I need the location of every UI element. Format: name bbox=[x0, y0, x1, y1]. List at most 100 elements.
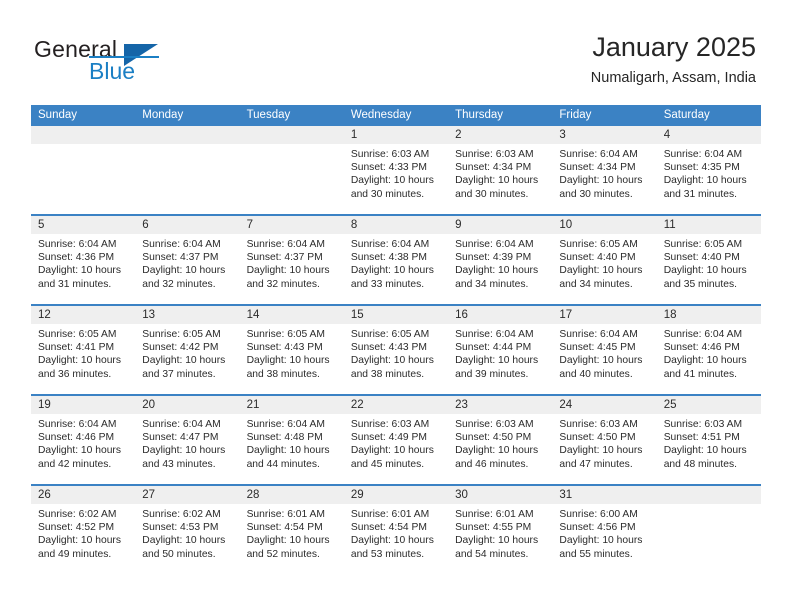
sunset-text: Sunset: 4:41 PM bbox=[38, 342, 115, 354]
day-details: Sunrise: 6:03 AM Sunset: 4:33 PM Dayligh… bbox=[344, 144, 448, 201]
day-number: 23 bbox=[455, 399, 468, 411]
day-number-band bbox=[31, 126, 136, 144]
sunrise-text: Sunrise: 6:05 AM bbox=[350, 329, 430, 340]
day-details: Sunrise: 6:04 AM Sunset: 4:37 PM Dayligh… bbox=[135, 234, 239, 291]
day-cell[interactable]: 4 Sunrise: 6:04 AM Sunset: 4:35 PM Dayli… bbox=[656, 126, 761, 214]
day-cell[interactable]: 5 Sunrise: 6:04 AM Sunset: 4:36 PM Dayli… bbox=[31, 216, 136, 304]
weekday-header-sunday: Sunday bbox=[38, 109, 78, 121]
daylight-text-line1: Daylight: 10 hours bbox=[246, 445, 330, 457]
day-details: Sunrise: 6:04 AM Sunset: 4:35 PM Dayligh… bbox=[657, 144, 761, 201]
day-details: Sunrise: 6:05 AM Sunset: 4:40 PM Dayligh… bbox=[657, 234, 761, 291]
day-number: 30 bbox=[455, 489, 468, 501]
general-blue-logo[interactable]: General Blue bbox=[34, 36, 244, 88]
day-cell[interactable]: 19 Sunrise: 6:04 AM Sunset: 4:46 PM Dayl… bbox=[31, 396, 136, 484]
sunrise-text: Sunrise: 6:03 AM bbox=[455, 149, 534, 160]
day-cell[interactable]: 26 Sunrise: 6:02 AM Sunset: 4:52 PM Dayl… bbox=[31, 486, 136, 574]
day-cell[interactable] bbox=[135, 126, 240, 214]
day-number-band: 24 bbox=[552, 396, 657, 414]
day-number-band: 26 bbox=[31, 486, 136, 504]
daylight-text-line2: and 48 minutes. bbox=[663, 458, 737, 470]
calendar-week-row: 26 Sunrise: 6:02 AM Sunset: 4:52 PM Dayl… bbox=[31, 484, 761, 574]
day-cell[interactable]: 14 Sunrise: 6:05 AM Sunset: 4:43 PM Dayl… bbox=[239, 306, 344, 394]
day-cell[interactable]: 25 Sunrise: 6:03 AM Sunset: 4:51 PM Dayl… bbox=[656, 396, 761, 484]
daylight-text-line2: and 36 minutes. bbox=[38, 368, 112, 380]
day-cell[interactable]: 11 Sunrise: 6:05 AM Sunset: 4:40 PM Dayl… bbox=[656, 216, 761, 304]
daylight-text-line1: Daylight: 10 hours bbox=[663, 265, 747, 277]
day-number-band: 19 bbox=[31, 396, 136, 414]
day-number: 17 bbox=[559, 309, 573, 321]
daylight-text-line1: Daylight: 10 hours bbox=[663, 355, 747, 367]
day-cell[interactable]: 17 Sunrise: 6:04 AM Sunset: 4:45 PM Dayl… bbox=[552, 306, 657, 394]
day-cell[interactable]: 23 Sunrise: 6:03 AM Sunset: 4:50 PM Dayl… bbox=[448, 396, 553, 484]
daylight-text-line1: Daylight: 10 hours bbox=[350, 535, 434, 547]
sunset-text: Sunset: 4:55 PM bbox=[455, 522, 532, 534]
daylight-text-line1: Daylight: 10 hours bbox=[142, 445, 226, 457]
sunset-text: Sunset: 4:36 PM bbox=[38, 252, 115, 264]
day-cell[interactable]: 3 Sunrise: 6:04 AM Sunset: 4:34 PM Dayli… bbox=[552, 126, 657, 214]
day-cell[interactable]: 20 Sunrise: 6:04 AM Sunset: 4:47 PM Dayl… bbox=[135, 396, 240, 484]
day-number-band: 1 bbox=[343, 126, 449, 144]
daylight-text-line1: Daylight: 10 hours bbox=[559, 445, 643, 457]
daylight-text-line2: and 52 minutes. bbox=[246, 548, 320, 560]
day-cell[interactable]: 10 Sunrise: 6:05 AM Sunset: 4:40 PM Dayl… bbox=[552, 216, 657, 304]
day-number-band: 23 bbox=[448, 396, 553, 414]
day-number: 6 bbox=[142, 219, 149, 231]
day-cell[interactable] bbox=[656, 486, 761, 574]
day-number-band: 29 bbox=[343, 486, 449, 504]
day-number-band: 21 bbox=[239, 396, 344, 414]
day-cell[interactable]: 8 Sunrise: 6:04 AM Sunset: 4:38 PM Dayli… bbox=[343, 216, 449, 304]
daylight-text-line1: Daylight: 10 hours bbox=[38, 355, 121, 367]
day-cell[interactable] bbox=[31, 126, 136, 214]
calendar-page: General Blue January 2025 Numaligarh, As… bbox=[0, 0, 792, 612]
day-cell[interactable]: 18 Sunrise: 6:04 AM Sunset: 4:46 PM Dayl… bbox=[656, 306, 761, 394]
day-number-band: 30 bbox=[448, 486, 553, 504]
sunrise-text: Sunrise: 6:02 AM bbox=[38, 509, 117, 520]
day-cell[interactable]: 31 Sunrise: 6:00 AM Sunset: 4:56 PM Dayl… bbox=[552, 486, 657, 574]
daylight-text-line1: Daylight: 10 hours bbox=[246, 535, 330, 547]
day-cell[interactable]: 30 Sunrise: 6:01 AM Sunset: 4:55 PM Dayl… bbox=[448, 486, 553, 574]
day-number-band: 25 bbox=[656, 396, 761, 414]
daylight-text-line1: Daylight: 10 hours bbox=[38, 445, 121, 457]
day-cell[interactable] bbox=[239, 126, 344, 214]
daylight-text-line2: and 50 minutes. bbox=[142, 548, 216, 560]
day-number-band: 4 bbox=[656, 126, 761, 144]
day-number-band: 8 bbox=[343, 216, 449, 234]
day-cell[interactable]: 27 Sunrise: 6:02 AM Sunset: 4:53 PM Dayl… bbox=[135, 486, 240, 574]
day-cell[interactable]: 1 Sunrise: 6:03 AM Sunset: 4:33 PM Dayli… bbox=[343, 126, 449, 214]
day-details bbox=[657, 504, 761, 508]
day-number: 21 bbox=[246, 399, 260, 411]
day-details: Sunrise: 6:05 AM Sunset: 4:42 PM Dayligh… bbox=[135, 324, 239, 381]
daylight-text-line1: Daylight: 10 hours bbox=[455, 535, 539, 547]
day-cell[interactable]: 9 Sunrise: 6:04 AM Sunset: 4:39 PM Dayli… bbox=[448, 216, 553, 304]
day-cell[interactable]: 22 Sunrise: 6:03 AM Sunset: 4:49 PM Dayl… bbox=[343, 396, 449, 484]
day-number: 10 bbox=[559, 219, 573, 231]
daylight-text-line2: and 43 minutes. bbox=[142, 458, 216, 470]
day-cell[interactable]: 16 Sunrise: 6:04 AM Sunset: 4:44 PM Dayl… bbox=[448, 306, 553, 394]
day-details: Sunrise: 6:05 AM Sunset: 4:40 PM Dayligh… bbox=[552, 234, 656, 291]
sunrise-text: Sunrise: 6:04 AM bbox=[663, 329, 743, 340]
day-cell[interactable]: 21 Sunrise: 6:04 AM Sunset: 4:48 PM Dayl… bbox=[239, 396, 344, 484]
day-number: 13 bbox=[142, 309, 156, 321]
day-details: Sunrise: 6:04 AM Sunset: 4:37 PM Dayligh… bbox=[240, 234, 344, 291]
day-cell[interactable]: 28 Sunrise: 6:01 AM Sunset: 4:54 PM Dayl… bbox=[239, 486, 344, 574]
daylight-text-line2: and 34 minutes. bbox=[559, 278, 633, 290]
day-number-band: 9 bbox=[448, 216, 553, 234]
daylight-text-line1: Daylight: 10 hours bbox=[663, 175, 747, 187]
daylight-text-line2: and 44 minutes. bbox=[246, 458, 320, 470]
sunset-text: Sunset: 4:40 PM bbox=[663, 252, 740, 264]
day-cell[interactable]: 13 Sunrise: 6:05 AM Sunset: 4:42 PM Dayl… bbox=[135, 306, 240, 394]
day-cell[interactable]: 6 Sunrise: 6:04 AM Sunset: 4:37 PM Dayli… bbox=[135, 216, 240, 304]
daylight-text-line2: and 30 minutes. bbox=[559, 188, 633, 200]
day-cell[interactable]: 29 Sunrise: 6:01 AM Sunset: 4:54 PM Dayl… bbox=[343, 486, 449, 574]
day-number: 11 bbox=[663, 219, 676, 231]
day-cell[interactable]: 15 Sunrise: 6:05 AM Sunset: 4:43 PM Dayl… bbox=[343, 306, 449, 394]
day-number: 16 bbox=[455, 309, 468, 321]
day-cell[interactable]: 12 Sunrise: 6:05 AM Sunset: 4:41 PM Dayl… bbox=[31, 306, 136, 394]
sunrise-text: Sunrise: 6:04 AM bbox=[559, 149, 638, 160]
day-cell[interactable]: 7 Sunrise: 6:04 AM Sunset: 4:37 PM Dayli… bbox=[239, 216, 344, 304]
day-cell[interactable]: 24 Sunrise: 6:03 AM Sunset: 4:50 PM Dayl… bbox=[552, 396, 657, 484]
day-details: Sunrise: 6:03 AM Sunset: 4:34 PM Dayligh… bbox=[448, 144, 552, 201]
calendar-grid: Sunday Monday Tuesday Wednesday Thursday… bbox=[31, 105, 761, 574]
daylight-text-line1: Daylight: 10 hours bbox=[38, 265, 121, 277]
day-cell[interactable]: 2 Sunrise: 6:03 AM Sunset: 4:34 PM Dayli… bbox=[448, 126, 553, 214]
